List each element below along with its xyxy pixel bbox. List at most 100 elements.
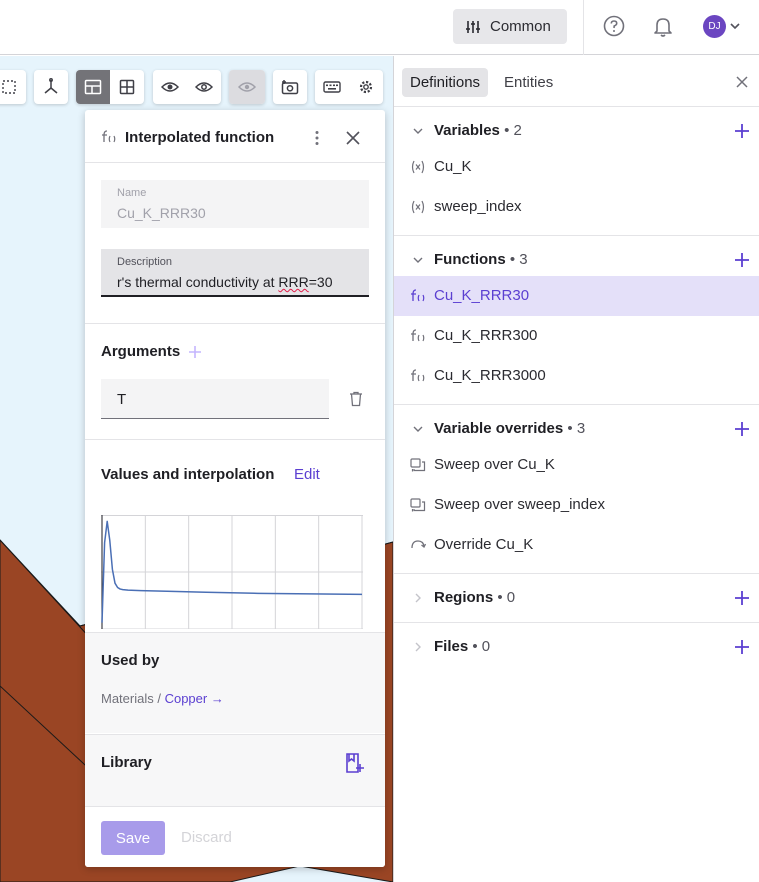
override-icon [411,540,426,549]
layout-panel-tool[interactable] [76,70,110,104]
list-item-label: Override Cu_K [434,536,534,553]
function-icon [411,329,425,342]
box-select-icon [2,80,16,94]
panel-footer: Save Discard [85,806,385,867]
view-settings-tool[interactable] [349,70,383,104]
group-name: Regions [434,589,494,606]
list-item-label: sweep_index [434,198,522,215]
chevron-down-icon[interactable] [729,20,741,32]
function-icon [411,369,425,382]
close-icon[interactable] [735,75,749,89]
grid-icon [119,79,135,95]
used-by-title: Used by [101,652,160,669]
definitions-panel: Definitions Entities Variables • 2 Cu_K … [393,56,759,882]
group-header-regions[interactable]: Regions • 0 [394,586,759,610]
group-header-functions[interactable]: Functions • 3 [394,248,759,272]
axes-tool[interactable] [34,70,68,104]
add-function-icon[interactable] [734,252,750,268]
add-argument-icon[interactable] [188,345,202,359]
toolbar-group-hide [229,70,265,104]
group-count: • 0 [472,638,491,655]
list-item[interactable]: Override Cu_K [394,525,759,565]
grid-layout-tool[interactable] [110,70,144,104]
section-divider [85,323,385,324]
values-interpolation-title: Values and interpolation [101,466,275,483]
hide-tool[interactable] [229,70,265,104]
show-outline-tool[interactable] [187,70,221,104]
group-count: • 3 [509,251,528,268]
box-select-tool[interactable] [0,70,26,104]
interpolated-function-panel: Interpolated function Name Cu_K_RRR30 De… [85,110,385,867]
argument-input[interactable]: T [101,379,329,419]
name-field: Name Cu_K_RRR30 [101,180,369,228]
toolbar-group-select [0,70,26,104]
add-override-icon[interactable] [734,421,750,437]
add-region-icon[interactable] [734,590,750,606]
group-header-files[interactable]: Files • 0 [394,635,759,659]
description-field[interactable]: Description r's thermal conductivity at … [101,249,369,297]
toolbar-group-layout [76,70,144,104]
list-item[interactable]: Cu_K [394,147,759,187]
panel-tabs: Definitions Entities [402,68,561,98]
group-title: Files • 0 [434,638,490,655]
chevron-right-icon [415,642,421,652]
add-file-icon[interactable] [734,639,750,655]
list-item[interactable]: Cu_K_RRR300 [394,316,759,356]
function-icon [411,289,425,302]
list-item-label: Sweep over sweep_index [434,496,605,513]
group-name: Functions [434,251,506,268]
chevron-down-icon [413,128,423,134]
help-icon[interactable] [603,15,625,37]
group-title: Regions • 0 [434,589,515,606]
close-icon[interactable] [344,129,362,147]
chevron-right-icon [415,593,421,603]
more-options-icon[interactable] [308,129,326,147]
arguments-title: Arguments [101,343,181,360]
axes-icon [44,78,58,94]
description-field-value[interactable]: r's thermal conductivity at RRR=30 [117,274,333,290]
tab-definitions[interactable]: Definitions [402,68,489,97]
list-item[interactable]: Sweep over Cu_K [394,445,759,485]
add-variable-icon[interactable] [734,123,750,139]
library-title: Library [101,754,152,771]
common-button[interactable]: Common [453,9,567,44]
group-name: Files [434,638,469,655]
add-to-library-icon[interactable] [344,752,364,774]
list-item-label: Cu_K [434,158,472,175]
interpolation-chart [101,515,363,629]
camera-plus-icon [281,80,299,95]
panel-header: Interpolated function [85,110,385,163]
common-button-label: Common [490,18,551,35]
keyboard-tool[interactable] [315,70,349,104]
list-item[interactable]: Cu_K_RRR3000 [394,356,759,396]
gear-icon [359,80,373,94]
list-item[interactable]: sweep_index [394,187,759,227]
eye-outline-icon [195,82,213,92]
discard-button[interactable]: Discard [181,829,232,846]
copper-material-link[interactable]: Copper → [165,691,224,706]
group-count: • 0 [497,589,516,606]
avatar[interactable]: DJ [703,15,726,38]
group-header-variables[interactable]: Variables • 2 [394,119,759,143]
list-item[interactable]: Sweep over sweep_index [394,485,759,525]
used-by-path: Materials / Copper → [101,691,224,706]
list-item-selected[interactable]: Cu_K_RRR30 [394,276,759,316]
tab-entities[interactable]: Entities [496,68,561,97]
trash-icon[interactable] [349,391,363,407]
group-divider [394,404,759,405]
name-field-value: Cu_K_RRR30 [117,205,206,221]
screenshot-tool[interactable] [273,70,307,104]
name-field-label: Name [117,187,147,199]
variable-icon [411,200,425,214]
panel-title: Interpolated function [125,129,275,146]
list-item-label: Sweep over Cu_K [434,456,555,473]
section-divider [85,632,385,633]
toolbar-group-settings [315,70,383,104]
show-tool[interactable] [153,70,187,104]
panel-divider [394,106,759,107]
save-button[interactable]: Save [101,821,165,855]
group-divider [394,235,759,236]
edit-values-link[interactable]: Edit [294,466,320,483]
bell-icon[interactable] [651,14,675,38]
group-header-variable-overrides[interactable]: Variable overrides • 3 [394,417,759,441]
